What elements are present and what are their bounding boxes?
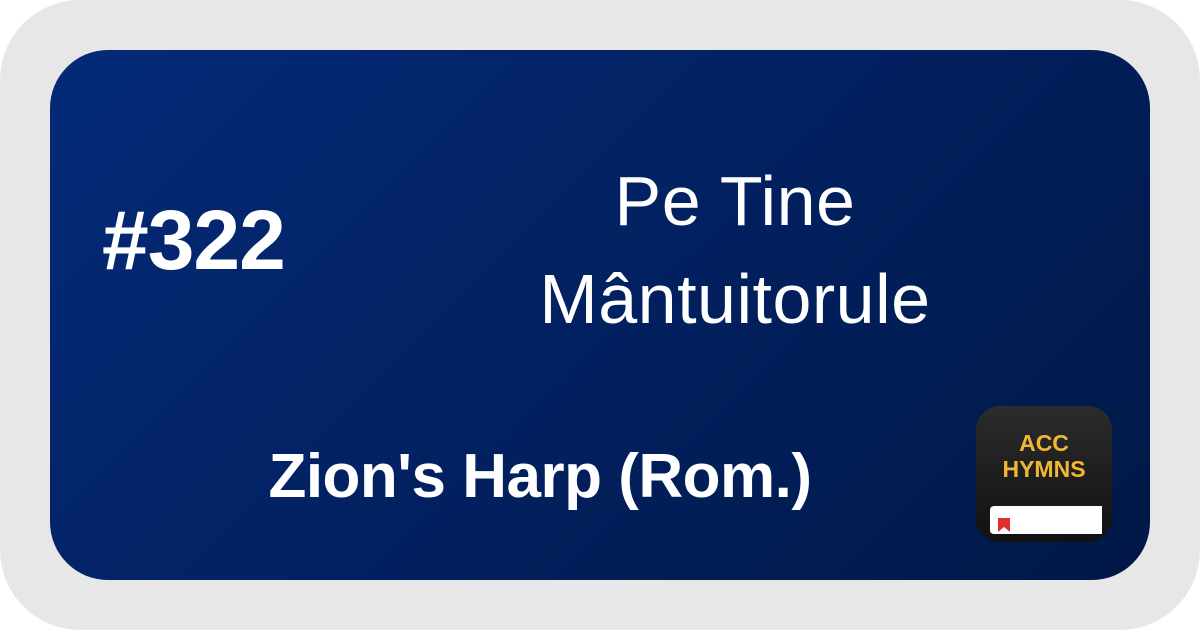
app-icon-label-line-2: HYMNS bbox=[1002, 456, 1086, 482]
hymn-number: #322 bbox=[102, 193, 286, 287]
card-frame: #322 Pe Tine Mântuitorule Zion's Harp (R… bbox=[0, 0, 1200, 630]
app-icon-label: ACC HYMNS bbox=[976, 430, 1112, 482]
hymnal-name: Zion's Harp (Rom.) bbox=[268, 442, 812, 511]
hymn-title: Pe Tine Mântuitorule bbox=[410, 152, 1060, 348]
hymn-card: #322 Pe Tine Mântuitorule Zion's Harp (R… bbox=[50, 50, 1150, 580]
acc-hymns-app-icon: ACC HYMNS bbox=[976, 406, 1112, 542]
app-icon-label-line-1: ACC bbox=[1019, 430, 1069, 456]
hymn-title-line-1: Pe Tine bbox=[614, 162, 856, 240]
hymn-title-line-2: Mântuitorule bbox=[539, 260, 931, 338]
